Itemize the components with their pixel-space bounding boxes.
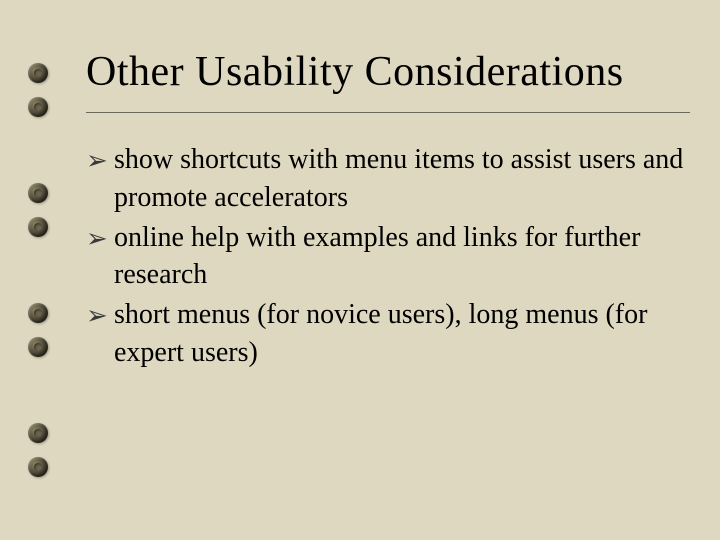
- binder-hole: [28, 337, 54, 357]
- hole-pair: [28, 423, 68, 477]
- binder-hole: [28, 303, 54, 323]
- binder-hole: [28, 63, 54, 83]
- binder-hole: [28, 97, 54, 117]
- binder-hole: [28, 183, 54, 203]
- arrow-bullet-icon: ➢: [86, 143, 108, 178]
- bullet-text: online help with examples and links for …: [114, 222, 640, 291]
- bullet-item: ➢ short menus (for novice users), long m…: [86, 296, 690, 372]
- slide-title: Other Usability Considerations: [86, 48, 690, 113]
- binder-hole: [28, 457, 54, 477]
- arrow-bullet-icon: ➢: [86, 221, 108, 256]
- binder-hole: [28, 217, 54, 237]
- slide-content: Other Usability Considerations ➢ show sh…: [86, 48, 690, 374]
- bullet-list: ➢ show shortcuts with menu items to assi…: [86, 141, 690, 372]
- hole-pair: [28, 183, 68, 237]
- bullet-item: ➢ online help with examples and links fo…: [86, 219, 690, 295]
- bullet-text: show shortcuts with menu items to assist…: [114, 144, 683, 213]
- hole-pair: [28, 63, 68, 117]
- bullet-text: short menus (for novice users), long men…: [114, 299, 647, 368]
- arrow-bullet-icon: ➢: [86, 298, 108, 333]
- bullet-item: ➢ show shortcuts with menu items to assi…: [86, 141, 690, 217]
- presentation-slide: Other Usability Considerations ➢ show sh…: [0, 0, 720, 540]
- binder-holes-decoration: [28, 0, 68, 540]
- binder-hole: [28, 423, 54, 443]
- hole-pair: [28, 303, 68, 357]
